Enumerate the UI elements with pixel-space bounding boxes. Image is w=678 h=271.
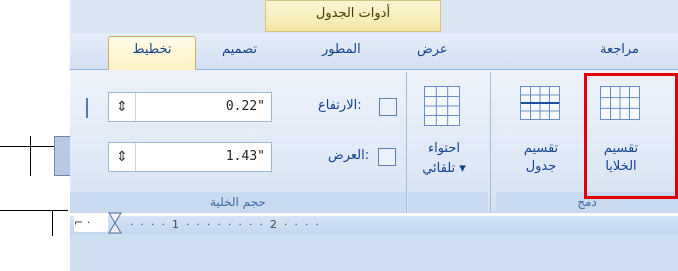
contextual-tab-group-title: أدوات الجدول (315, 6, 391, 21)
autofit-button[interactable]: احتواء تلقائي ▾ (408, 80, 480, 188)
row-height-spinbox[interactable]: ⇕ 0.22" (108, 92, 272, 122)
row-height-label: الارتفاع: (318, 98, 362, 113)
spin-arrows-icon[interactable]: ⇕ (109, 93, 136, 121)
autofit-label-line2: تلقائي ▾ (422, 161, 466, 176)
group-label-autofit-spacer (408, 192, 488, 212)
ruler-left-margin: ⌐ · (74, 214, 108, 232)
table-grid-icon (425, 87, 459, 125)
document-text-cursor-line (52, 210, 53, 236)
highlight-box (584, 73, 678, 199)
tab-design[interactable]: تصميم (222, 42, 257, 57)
split-table-label-line1: تقسيم (523, 141, 559, 156)
group-label-cell-size: حجم الخلية (70, 192, 406, 212)
tab-developer[interactable]: المطور (322, 42, 361, 57)
ruler-ticks: · · · · 1 · · · · · · · · 2 · · · · (130, 218, 319, 231)
tab-review[interactable]: مراجعة (600, 42, 639, 57)
spin-arrows-icon[interactable]: ⇕ (109, 143, 136, 171)
autofit-icon (424, 86, 460, 126)
tab-layout[interactable]: تخطيط (108, 42, 196, 57)
column-width-value[interactable]: 1.43" (226, 149, 265, 164)
split-table-icon (520, 86, 560, 120)
autofit-label-line1: احتواء (427, 141, 460, 156)
column-width-icon (378, 148, 396, 166)
group-separator (490, 72, 491, 212)
document-table-cell (30, 136, 55, 176)
split-table-button[interactable]: تقسيم جدول (510, 80, 572, 188)
partial-left-icon (74, 98, 88, 118)
row-height-icon (379, 98, 397, 116)
column-width-label: العرض: (328, 148, 370, 163)
split-table-label-line2: جدول (525, 159, 557, 174)
document-table-border-bottom (0, 210, 68, 211)
table-grid-icon (521, 87, 559, 119)
column-width-spinbox[interactable]: ⇕ 1.43" (108, 142, 272, 172)
tab-view[interactable]: عرض (417, 42, 448, 57)
row-height-value[interactable]: 0.22" (226, 99, 265, 114)
ribbon-bottom-band (70, 234, 678, 271)
hourglass-indent-icon[interactable] (108, 212, 122, 234)
group-separator (406, 72, 407, 212)
